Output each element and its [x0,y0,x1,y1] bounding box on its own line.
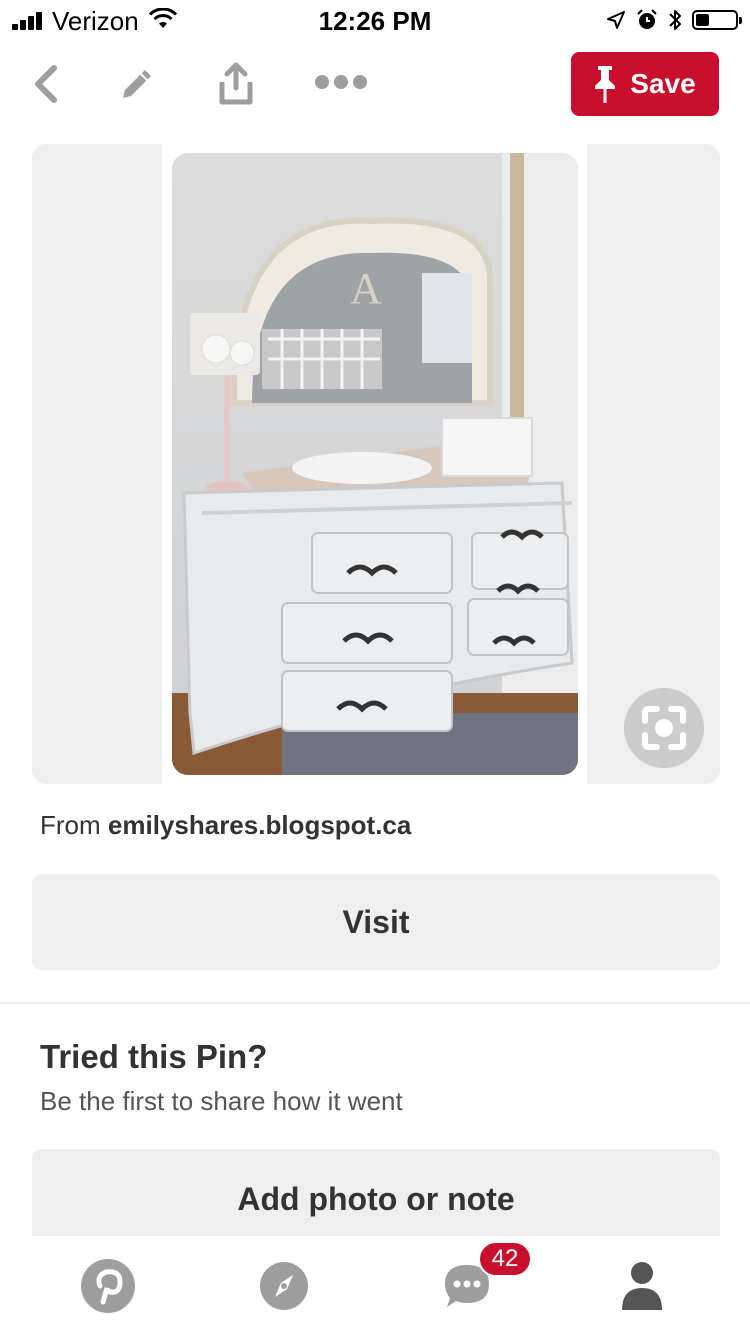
visit-button[interactable]: Visit [32,874,720,970]
pinterest-logo-icon [81,1259,135,1313]
battery-icon [692,10,742,30]
pin-source[interactable]: From emilyshares.blogspot.ca [40,810,411,841]
edit-pencil-icon[interactable] [117,64,157,104]
source-prefix: From [40,810,101,840]
tried-pin-subtitle: Be the first to share how it went [40,1086,403,1116]
back-chevron-icon[interactable] [30,64,60,104]
tab-home[interactable] [78,1258,138,1314]
status-bar: Verizon 12:26 PM [0,0,750,40]
tab-explore[interactable] [254,1258,314,1314]
tab-profile[interactable] [612,1258,672,1314]
pin-image-card[interactable]: A [32,144,720,784]
pin-photo[interactable]: A [162,144,587,784]
tried-pin-title: Tried this Pin? [40,1038,268,1075]
svg-text:A: A [350,264,382,313]
add-photo-or-note-button[interactable]: Add photo or note [32,1149,720,1249]
pin-photo-image: A [172,153,578,775]
section-divider [0,1002,750,1004]
source-domain[interactable]: emilyshares.blogspot.ca [108,810,411,840]
more-options-icon[interactable] [314,74,368,90]
profile-person-icon [622,1262,662,1310]
pushpin-icon [595,66,616,103]
bluetooth-icon [669,10,681,30]
compass-icon [260,1262,308,1310]
visit-button-label: Visit [342,903,410,940]
save-button[interactable]: Save [571,52,719,116]
save-button-label: Save [630,68,696,99]
location-arrow-icon [607,11,625,29]
alarm-icon [637,9,657,29]
bottom-tab-bar [0,1236,750,1334]
notifications-count-badge: 42 [478,1241,532,1277]
visual-search-lens-icon[interactable] [624,688,704,768]
add-photo-or-note-label: Add photo or note [237,1180,515,1217]
share-upload-icon[interactable] [216,62,256,106]
